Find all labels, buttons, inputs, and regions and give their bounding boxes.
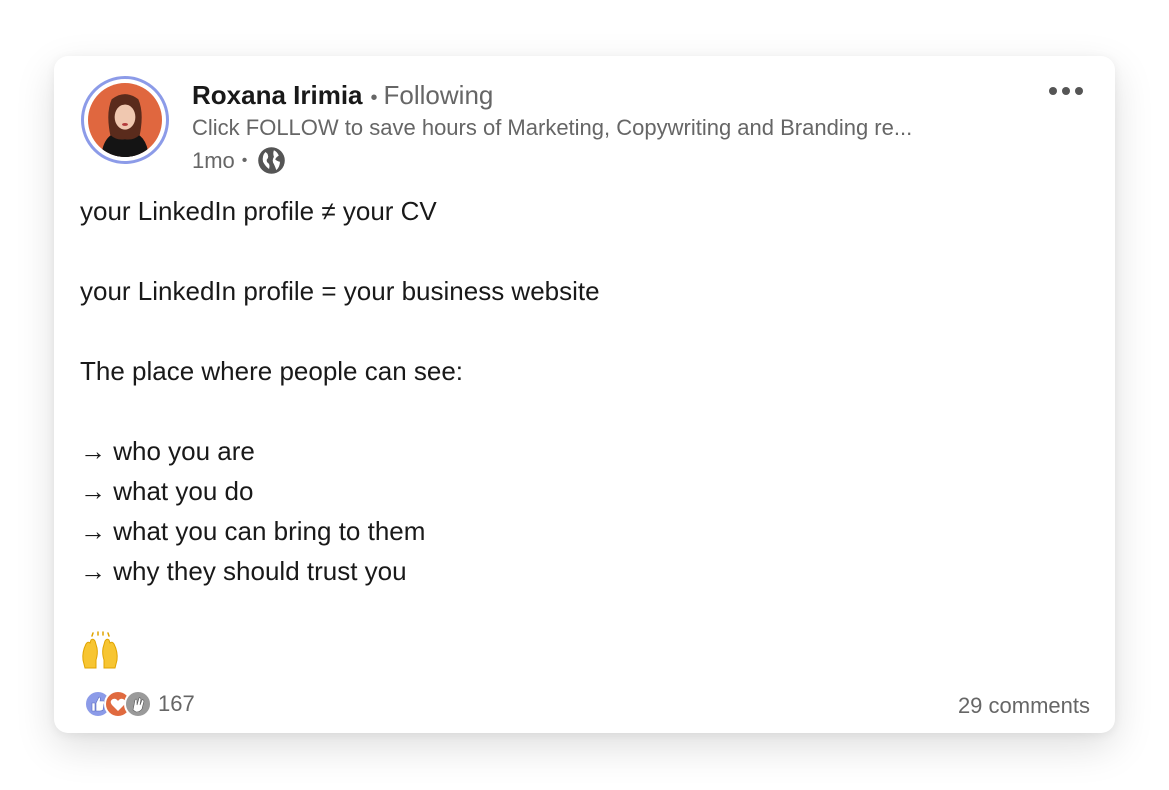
body-line: → why they should trust you [80,556,407,586]
author-tagline: Click FOLLOW to save hours of Marketing,… [192,115,913,140]
more-dot [1062,87,1070,95]
header-separator: • [370,87,378,109]
meta-separator: • [241,151,248,169]
author-avatar[interactable] [81,76,169,164]
globe-icon [257,146,286,175]
reactions-summary[interactable]: 167 [84,690,195,718]
body-line [80,231,1080,271]
body-line: your LinkedIn profile ≠ your CV [80,196,437,226]
celebrate-icon [124,690,152,718]
post-card: Roxana Irimia • Following Click FOLLOW to … [54,56,1115,733]
more-horizontal-icon [1049,87,1057,95]
body-line: → who you are [80,436,255,466]
raising-hands-icon [80,630,120,670]
more-options-button[interactable] [1049,82,1091,98]
body-line [80,391,1080,431]
comments-count-link[interactable]: 29 comments [958,693,1090,719]
body-line: The place where people can see: [80,356,464,386]
post-timestamp: 1mo [192,147,235,173]
body-line: → what you can bring to them [80,516,426,546]
following-status[interactable]: Following [384,80,494,110]
author-header: Roxana Irimia • Following [192,79,493,114]
post-body: your LinkedIn profile ≠ your CV your Lin… [80,191,1080,591]
body-line [80,311,1080,351]
post-meta: 1mo • [192,146,286,175]
body-line: your LinkedIn profile = your business we… [80,276,600,306]
avatar-photo [88,83,162,157]
author-name[interactable]: Roxana Irimia [192,80,363,110]
body-line: → what you do [80,476,254,506]
reaction-count[interactable]: 167 [158,691,195,717]
more-dot [1075,87,1083,95]
